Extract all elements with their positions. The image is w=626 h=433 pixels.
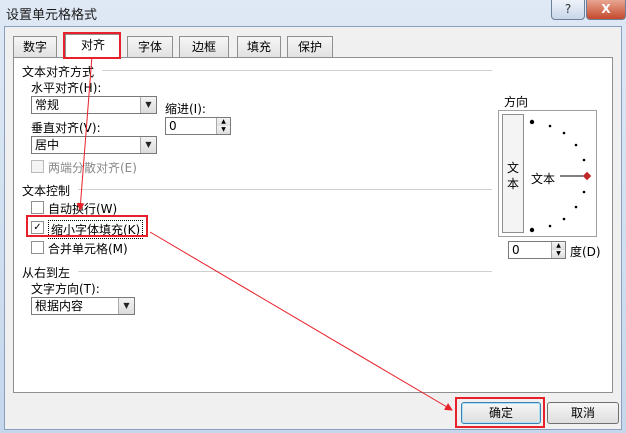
dial-tick bbox=[562, 131, 566, 135]
rtl-heading: 从右到左 bbox=[22, 266, 71, 280]
wrap-text-checkbox[interactable] bbox=[31, 201, 44, 214]
dial-tick bbox=[582, 158, 586, 162]
dialog-title: 设置单元格格式 bbox=[6, 8, 98, 23]
tab-highlight-box bbox=[63, 32, 121, 59]
merge-cells-checkbox[interactable] bbox=[31, 241, 44, 254]
format-cells-dialog: 设置单元格格式 ? X 数字 对齐 字体 边框 填充 保护 文本对齐方式 水平对… bbox=[0, 0, 626, 433]
vertical-text-char: 本 bbox=[507, 177, 520, 191]
tab-border[interactable]: 边框 bbox=[179, 36, 229, 58]
section-divider bbox=[102, 70, 492, 71]
degrees-label: 度(D) bbox=[570, 245, 601, 259]
text-control-heading: 文本控制 bbox=[22, 184, 71, 198]
text-direction-value: 根据内容 bbox=[35, 299, 84, 313]
section-divider bbox=[78, 189, 492, 190]
orientation-heading: 方向 bbox=[504, 95, 529, 109]
dialog-body: 数字 对齐 字体 边框 填充 保护 文本对齐方式 水平对齐(H): 常规 ▼ 缩… bbox=[4, 26, 622, 430]
horizontal-align-label: 水平对齐(H): bbox=[31, 81, 102, 95]
text-alignment-heading: 文本对齐方式 bbox=[22, 65, 95, 79]
help-button[interactable]: ? bbox=[551, 0, 585, 20]
text-direction-label: 文字方向(T): bbox=[31, 282, 100, 296]
spin-up-icon[interactable]: ▲ bbox=[552, 242, 565, 250]
title-bar: 设置单元格格式 ? X bbox=[0, 0, 626, 26]
cancel-button[interactable]: 取消 bbox=[547, 402, 619, 424]
tab-font[interactable]: 字体 bbox=[127, 36, 173, 58]
vertical-align-value: 居中 bbox=[35, 138, 60, 152]
dial-tick bbox=[529, 119, 535, 125]
text-direction-select[interactable]: 根据内容 ▼ bbox=[31, 297, 135, 315]
tab-fill[interactable]: 填充 bbox=[237, 36, 281, 58]
dial-tick bbox=[582, 190, 586, 194]
dial-tick bbox=[548, 224, 552, 228]
vertical-text-char: 文 bbox=[507, 161, 520, 175]
spin-up-icon[interactable]: ▲ bbox=[217, 118, 230, 126]
indent-value: 0 bbox=[169, 119, 177, 133]
dial-text: 文本 bbox=[531, 172, 556, 186]
dial-marker[interactable] bbox=[582, 171, 592, 181]
chevron-down-icon[interactable]: ▼ bbox=[140, 137, 156, 153]
degrees-value: 0 bbox=[512, 243, 520, 257]
chevron-down-icon[interactable]: ▼ bbox=[118, 298, 134, 314]
merge-cells-label: 合并单元格(M) bbox=[48, 242, 128, 256]
dial-tick bbox=[562, 217, 566, 221]
spin-down-icon[interactable]: ▼ bbox=[217, 126, 230, 134]
dial-tick bbox=[574, 205, 578, 209]
orientation-control[interactable]: 文 本 文本 bbox=[498, 110, 597, 237]
degrees-stepper[interactable]: 0 ▲ ▼ bbox=[508, 241, 566, 259]
horizontal-align-value: 常规 bbox=[35, 98, 60, 112]
shrink-to-fit-highlight-box bbox=[26, 215, 148, 237]
spin-down-icon[interactable]: ▼ bbox=[552, 250, 565, 258]
indent-label: 缩进(I): bbox=[165, 102, 206, 116]
horizontal-align-select[interactable]: 常规 ▼ bbox=[31, 96, 157, 114]
justify-distributed-label: 两端分散对齐(E) bbox=[48, 161, 137, 175]
close-button[interactable]: X bbox=[586, 0, 626, 20]
ok-highlight-box bbox=[455, 397, 545, 428]
tab-protection[interactable]: 保护 bbox=[287, 36, 333, 58]
justify-distributed-checkbox[interactable] bbox=[31, 160, 44, 173]
vertical-align-select[interactable]: 居中 ▼ bbox=[31, 136, 157, 154]
dial-tick bbox=[574, 143, 578, 147]
dial-tick bbox=[529, 227, 535, 233]
dial-tick bbox=[548, 124, 552, 128]
vertical-align-label: 垂直对齐(V): bbox=[31, 121, 101, 135]
vertical-text-button[interactable]: 文 本 bbox=[502, 114, 524, 233]
indent-stepper[interactable]: 0 ▲ ▼ bbox=[165, 117, 231, 135]
section-divider bbox=[78, 271, 492, 272]
tab-number[interactable]: 数字 bbox=[13, 36, 57, 58]
alignment-panel: 文本对齐方式 水平对齐(H): 常规 ▼ 缩进(I): 垂直对齐(V): 0 ▲… bbox=[13, 57, 613, 393]
chevron-down-icon[interactable]: ▼ bbox=[140, 97, 156, 113]
